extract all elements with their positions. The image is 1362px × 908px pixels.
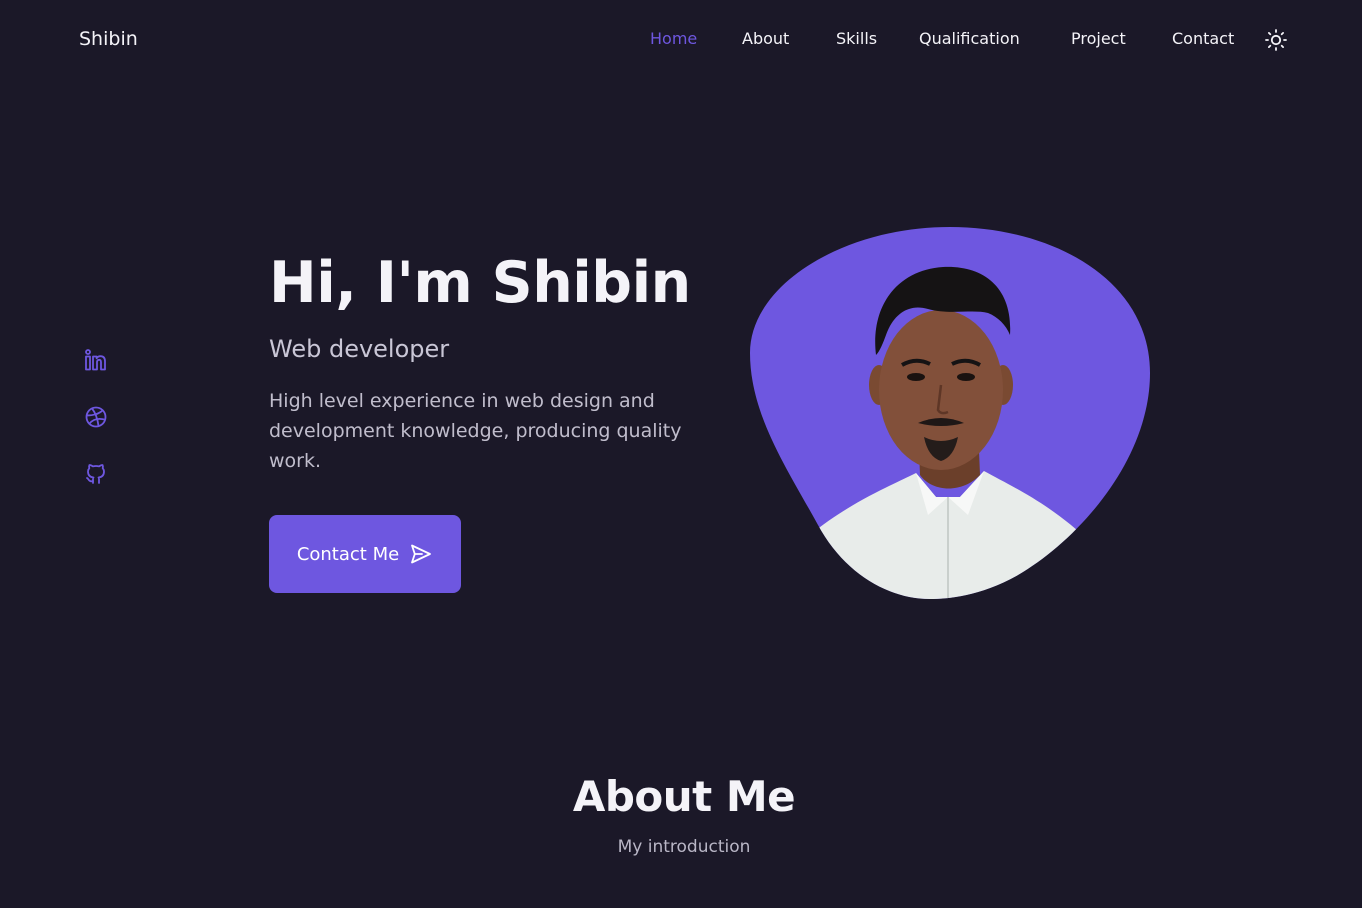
portfolio-page: Shibin Home About Skills Qualification P… <box>0 0 1362 908</box>
nav-skills[interactable]: Skills <box>836 29 877 48</box>
nav-project[interactable]: Project <box>1071 29 1126 48</box>
github-icon[interactable] <box>84 462 108 486</box>
about-subtitle: My introduction <box>617 837 751 857</box>
sun-icon[interactable] <box>1264 28 1288 52</box>
header: Shibin Home About Skills Qualification P… <box>0 0 1362 82</box>
nav-qualification[interactable]: Qualification <box>919 29 1020 48</box>
contact-me-button[interactable]: Contact Me <box>269 515 461 593</box>
avatar <box>748 225 1152 601</box>
main-nav: Home About Skills Qualification Project … <box>0 29 1362 53</box>
nav-about[interactable]: About <box>742 29 789 48</box>
about-title: About Me <box>572 772 796 821</box>
hero-subtitle: Web developer <box>269 335 450 363</box>
contact-me-label: Contact Me <box>296 543 400 565</box>
nav-home[interactable]: Home <box>650 29 697 48</box>
linkedin-icon[interactable] <box>84 348 108 372</box>
nav-contact[interactable]: Contact <box>1172 29 1234 48</box>
send-icon <box>411 544 432 564</box>
hero-title: Hi, I'm Shibin <box>269 250 691 316</box>
hero-description: High level experience in web design and … <box>269 390 682 472</box>
dribbble-icon[interactable] <box>84 405 108 429</box>
